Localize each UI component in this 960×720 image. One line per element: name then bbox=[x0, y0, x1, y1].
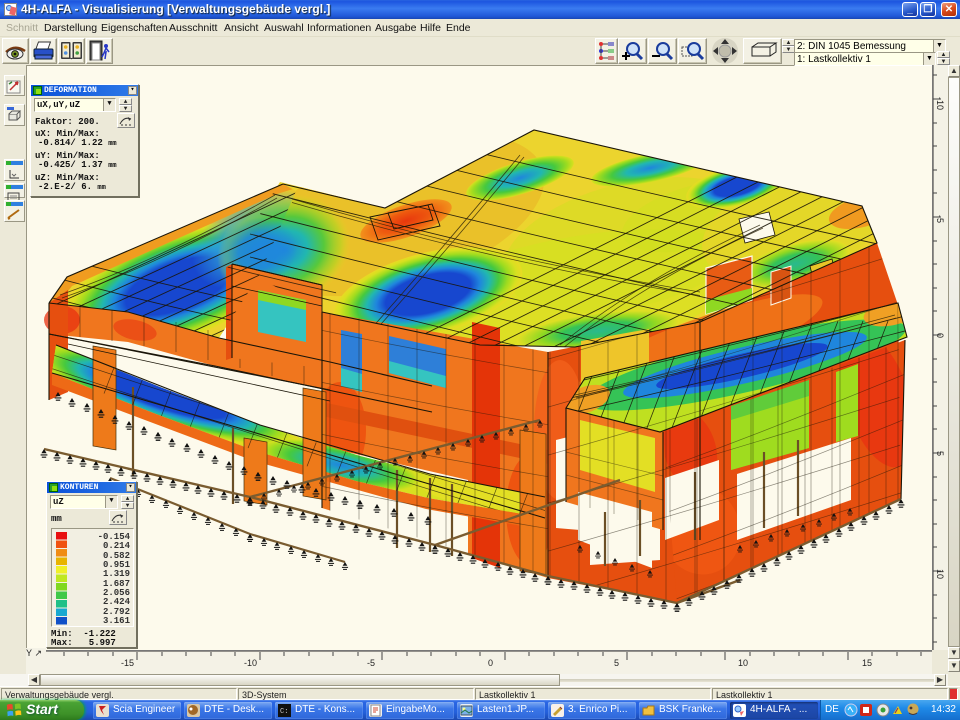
svg-text:C:: C: bbox=[280, 708, 288, 716]
